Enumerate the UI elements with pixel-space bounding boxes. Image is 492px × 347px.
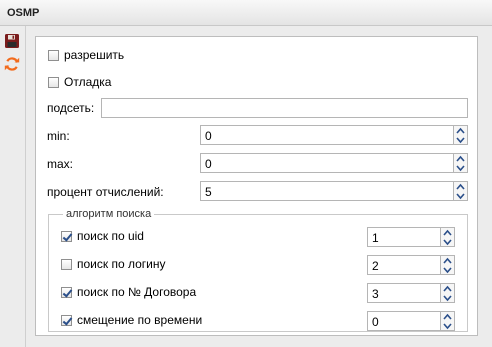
spin-up-icon[interactable] [443,313,452,321]
percent-spinner[interactable]: 5 [200,181,468,201]
min-value[interactable]: 0 [200,125,454,145]
search-contract-spinner-arrows[interactable] [441,283,455,303]
search-uid-spinner-arrows[interactable] [441,227,455,247]
debug-checkbox[interactable] [48,77,59,88]
search-uid-label: поиск по uid [77,229,144,243]
search-contract-checkbox[interactable] [61,287,72,298]
spin-down-icon[interactable] [456,192,465,200]
search-login-checkbox[interactable] [61,259,72,270]
enable-checkbox[interactable] [48,50,59,61]
search-algorithm-group: алгоритм поиска поиск по uid 1 поиск по … [48,208,468,332]
percent-label: процент отчислений: [47,185,164,199]
search-login-spinner[interactable]: 2 [367,255,455,275]
window-title: OSMP [7,7,40,19]
spin-down-icon[interactable] [443,294,452,302]
spin-up-icon[interactable] [443,285,452,293]
refresh-icon [4,57,20,71]
enable-label: разрешить [64,48,125,62]
time-offset-checkbox[interactable] [61,315,72,326]
spin-down-icon[interactable] [456,164,465,172]
min-spinner[interactable]: 0 [200,125,468,145]
max-label: max: [47,157,74,171]
spin-up-icon[interactable] [443,257,452,265]
spin-down-icon[interactable] [443,238,452,246]
time-offset-label: смещение по времени [77,313,203,327]
search-login-value[interactable]: 2 [367,255,441,275]
settings-form: разрешить Отладка подсеть: min: 0 max: 0… [35,36,478,336]
max-value[interactable]: 0 [200,153,454,173]
search-contract-value[interactable]: 3 [367,283,441,303]
debug-label: Отладка [64,75,112,89]
search-login-spinner-arrows[interactable] [441,255,455,275]
spin-up-icon[interactable] [443,229,452,237]
spin-down-icon[interactable] [443,266,452,274]
min-label: min: [47,129,70,143]
search-contract-spinner[interactable]: 3 [367,283,455,303]
time-offset-spinner[interactable]: 0 [367,311,455,331]
search-login-label: поиск по логину [77,257,166,271]
spin-down-icon[interactable] [443,322,452,330]
max-spinner-arrows[interactable] [454,153,468,173]
search-contract-label: поиск по № Договора [77,285,197,299]
search-algorithm-legend: алгоритм поиска [63,208,155,220]
search-uid-checkbox[interactable] [61,231,72,242]
percent-spinner-arrows[interactable] [454,181,468,201]
subnet-input[interactable] [101,98,468,118]
spin-up-icon[interactable] [456,155,465,163]
save-button[interactable] [4,33,22,51]
percent-value[interactable]: 5 [200,181,454,201]
spin-up-icon[interactable] [456,183,465,191]
refresh-button[interactable] [4,56,22,74]
save-icon [5,34,19,48]
time-offset-spinner-arrows[interactable] [441,311,455,331]
window-titlebar: OSMP [0,0,492,26]
search-uid-value[interactable]: 1 [367,227,441,247]
min-spinner-arrows[interactable] [454,125,468,145]
spin-up-icon[interactable] [456,127,465,135]
max-spinner[interactable]: 0 [200,153,468,173]
search-uid-spinner[interactable]: 1 [367,227,455,247]
side-toolbar [0,26,26,347]
time-offset-value[interactable]: 0 [367,311,441,331]
spin-down-icon[interactable] [456,136,465,144]
subnet-label: подсеть: [47,101,95,115]
